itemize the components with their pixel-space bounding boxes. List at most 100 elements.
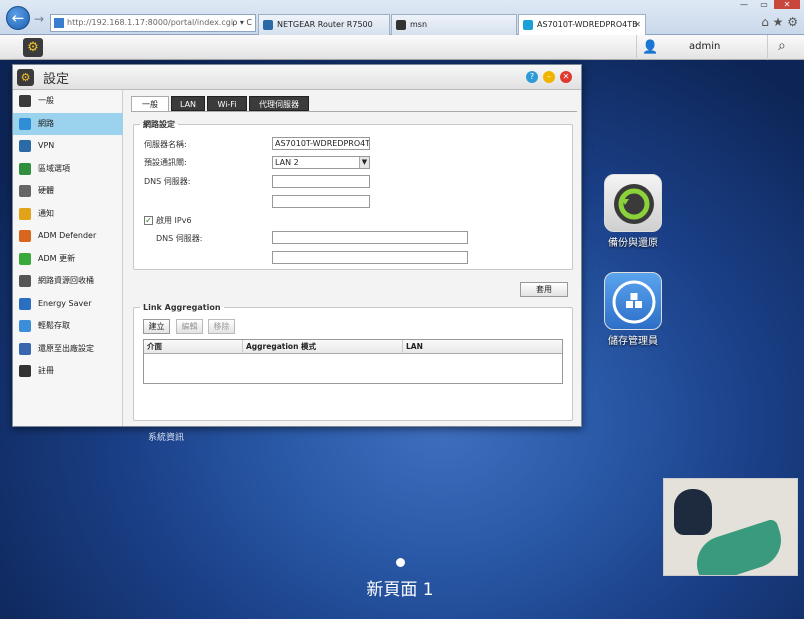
settings-gear-icon: ⚙: [17, 69, 34, 86]
page-indicator-dot[interactable]: [396, 558, 405, 567]
search-icon[interactable]: ⌕: [778, 38, 786, 54]
settings-content: 一般 LAN Wi-Fi 代理伺服器 網路設定 伺服器名稱: AS7010T-W…: [123, 90, 581, 426]
backup-restore-icon[interactable]: [604, 174, 662, 232]
sidebar-item-label: ADM 更新: [38, 253, 76, 263]
server-name-field[interactable]: AS7010T-WDREDPRO4T: [272, 137, 370, 150]
tab-lan[interactable]: LAN: [171, 96, 205, 111]
settings-gear-icon[interactable]: ⚙: [23, 38, 43, 57]
ipv6-label: 啟用 IPv6: [156, 216, 192, 225]
apply-button[interactable]: 套用: [520, 282, 568, 297]
window-titlebar[interactable]: ⚙ 設定 ? – ✕: [13, 65, 581, 90]
address-controls[interactable]: ρ ▾ C: [232, 15, 252, 31]
tab-asustor[interactable]: AS7010T-WDREDPRO4TB ✕: [518, 14, 646, 36]
network-globe-icon: [19, 117, 31, 130]
notification-icon: [19, 207, 31, 220]
bear-graphic: [674, 489, 712, 535]
settings-sidebar: 一般網路 VPN 區域選項硬體通知 ADM Defender ADM 更新網路資源回收桶…: [13, 90, 123, 426]
restore-icon: [19, 342, 31, 355]
system-info-label: 系統資訊: [148, 433, 185, 443]
default-gateway-label: 預設通訊閘:: [144, 158, 187, 167]
sidebar-item[interactable]: 通知: [13, 203, 123, 225]
browser-nav-icons[interactable]: ⌂ ★ ⚙: [761, 15, 798, 29]
tab-general[interactable]: 一般: [131, 96, 169, 112]
link-aggregation-legend: Link Aggregation: [143, 303, 221, 312]
sidebar-item-label: Energy Saver: [38, 298, 92, 308]
tab-label: msn: [410, 20, 428, 29]
sidebar-item-label: 還原至出廠設定: [38, 343, 94, 353]
remove-button[interactable]: 移除: [208, 319, 235, 334]
sidebar-item-label: 輕鬆存取: [38, 321, 70, 330]
create-button[interactable]: 建立: [143, 319, 170, 334]
sidebar-item-label: ADM Defender: [38, 231, 97, 240]
sidebar-item[interactable]: 網路: [13, 112, 123, 135]
tab-label: AS7010T-WDREDPRO4TB: [537, 20, 638, 29]
sidebar-item[interactable]: ADM Defender: [13, 225, 123, 247]
ipv6-dns1-field[interactable]: [272, 231, 468, 244]
minimize-icon[interactable]: –: [543, 71, 555, 83]
tab-proxy[interactable]: 代理伺服器: [249, 96, 309, 111]
default-gateway-value: LAN 2: [275, 158, 299, 167]
tab-netgear[interactable]: NETGEAR Router R7500: [258, 14, 390, 35]
ipv6-dns2-field[interactable]: [272, 251, 468, 264]
defender-icon: [19, 230, 31, 242]
ipv6-checkbox[interactable]: ✓: [144, 216, 153, 225]
page-label: 新頁面 1: [366, 580, 434, 600]
sidebar-item-label: 一般: [38, 96, 54, 105]
recycle-bin-icon: [19, 275, 31, 287]
chevron-down-icon: ▼: [359, 157, 369, 168]
close-tab-icon[interactable]: ✕: [634, 15, 641, 35]
tab-msn[interactable]: msn: [391, 14, 517, 35]
energy-icon: [19, 297, 31, 310]
close-icon[interactable]: ✕: [560, 71, 572, 83]
sidebar-item[interactable]: 網路資源回收桶: [13, 270, 123, 292]
edit-button[interactable]: 編輯: [176, 319, 203, 334]
sidebar-item[interactable]: VPN: [13, 135, 123, 157]
browser-chrome: ← → http://192.168.1.17:8000/portal/inde…: [0, 0, 804, 36]
sidebar-item[interactable]: 硬體: [13, 180, 123, 202]
dns1-field[interactable]: [272, 175, 370, 188]
storage-manager-icon[interactable]: [604, 272, 662, 330]
sidebar-item[interactable]: 還原至出廠設定: [13, 338, 123, 360]
sidebar-item-label: 網路資源回收桶: [38, 276, 94, 285]
vpn-icon: [19, 140, 31, 152]
hardware-icon: [19, 185, 31, 197]
sidebar-item-label: 網路: [38, 118, 54, 128]
watermark-logo: [663, 478, 798, 576]
general-icon: [19, 95, 31, 107]
help-icon[interactable]: ?: [526, 71, 538, 83]
address-bar[interactable]: http://192.168.1.17:8000/portal/index.cg…: [50, 14, 256, 32]
tab-label: NETGEAR Router R7500: [277, 20, 373, 29]
dns2-field[interactable]: [272, 195, 370, 208]
window-controls: — ▭ ✕: [734, 0, 800, 10]
table-header-lan[interactable]: LAN: [403, 340, 562, 354]
sidebar-item[interactable]: 註冊: [13, 360, 123, 382]
default-gateway-select[interactable]: LAN 2 ▼: [272, 156, 370, 169]
table-header-mode[interactable]: Aggregation 模式: [243, 340, 403, 354]
storage-manager-label: 儲存管理員: [608, 336, 658, 347]
sidebar-item[interactable]: Energy Saver: [13, 293, 123, 315]
forward-button[interactable]: →: [34, 12, 44, 26]
asustor-icon: [523, 20, 533, 30]
sidebar-item-label: 硬體: [38, 186, 54, 195]
tab-wifi[interactable]: Wi-Fi: [207, 96, 247, 111]
settings-window: ⚙ 設定 ? – ✕ 一般網路 VPN 區域選項硬體通知 ADM Defender AD…: [12, 64, 582, 427]
sidebar-item[interactable]: 輕鬆存取: [13, 315, 123, 337]
cloud-access-icon: [19, 320, 31, 332]
server-name-label: 伺服器名稱:: [144, 140, 187, 149]
msn-icon: [396, 20, 406, 30]
close-button[interactable]: ✕: [774, 0, 800, 9]
back-button[interactable]: ←: [6, 6, 30, 30]
backup-restore-label: 備份與還原: [608, 238, 658, 249]
dns-label: DNS 伺服器:: [144, 177, 191, 186]
maximize-button[interactable]: ▭: [754, 0, 774, 9]
minimize-button[interactable]: —: [734, 0, 754, 9]
sidebar-item[interactable]: 一般: [13, 90, 123, 112]
page-icon: [54, 18, 64, 28]
sidebar-item[interactable]: 區域選項: [13, 158, 123, 180]
sidebar-item[interactable]: ADM 更新: [13, 248, 123, 270]
window-title: 設定: [43, 72, 70, 87]
user-menu[interactable]: 👤 admin: [636, 35, 768, 60]
username: admin: [689, 41, 721, 52]
adm-top-bar: ⚙ 👤 admin ⌕: [0, 35, 804, 60]
table-header-interface[interactable]: 介面: [144, 340, 243, 354]
